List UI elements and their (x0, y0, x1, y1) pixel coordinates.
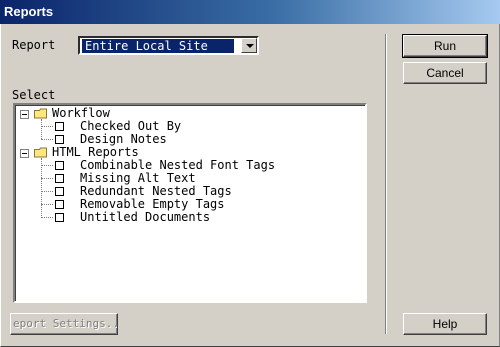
report-scope-select[interactable]: Entire Local Site (78, 36, 259, 55)
tree-line (41, 165, 53, 166)
tree-line (41, 158, 42, 218)
folder-icon (34, 108, 47, 119)
checkbox-untitled-documents[interactable] (55, 213, 64, 222)
tree-line (41, 178, 53, 179)
title-bar: Reports (0, 0, 500, 24)
report-scope-value: Entire Local Site (82, 39, 234, 53)
checkbox-design-notes[interactable] (55, 135, 64, 144)
tree-line (41, 191, 53, 192)
vertical-divider (385, 34, 387, 334)
tree-line (41, 204, 53, 205)
select-label-text: Select (12, 88, 56, 102)
tree-line (41, 119, 42, 139)
help-button[interactable]: Help (403, 313, 487, 335)
report-label: Report (12, 38, 55, 52)
collapse-icon[interactable] (20, 149, 29, 158)
checkbox-missing-alt-text[interactable] (55, 174, 64, 183)
collapse-icon[interactable] (20, 110, 29, 119)
chevron-down-icon[interactable] (241, 38, 257, 53)
folder-icon (34, 147, 47, 158)
run-button[interactable]: Run (402, 34, 488, 58)
report-tree[interactable]: Workflow Checked Out By Design Notes HTM… (13, 103, 367, 303)
report-settings-button[interactable]: eport Settings.. (10, 313, 118, 335)
tree-line (41, 126, 53, 127)
checkbox-removable-empty-tags[interactable] (55, 200, 64, 209)
window-title: Reports (4, 4, 54, 19)
checkbox-combinable-nested-font-tags[interactable] (55, 161, 64, 170)
tree-item-untitled-documents[interactable]: Untitled Documents (80, 211, 210, 224)
tree-line (41, 217, 53, 218)
cancel-button[interactable]: Cancel (403, 62, 487, 84)
select-label: Select (12, 88, 55, 102)
report-label-text: Report (12, 38, 56, 52)
checkbox-redundant-nested-tags[interactable] (55, 187, 64, 196)
checkbox-checked-out-by[interactable] (55, 122, 64, 131)
tree-line (41, 139, 53, 140)
